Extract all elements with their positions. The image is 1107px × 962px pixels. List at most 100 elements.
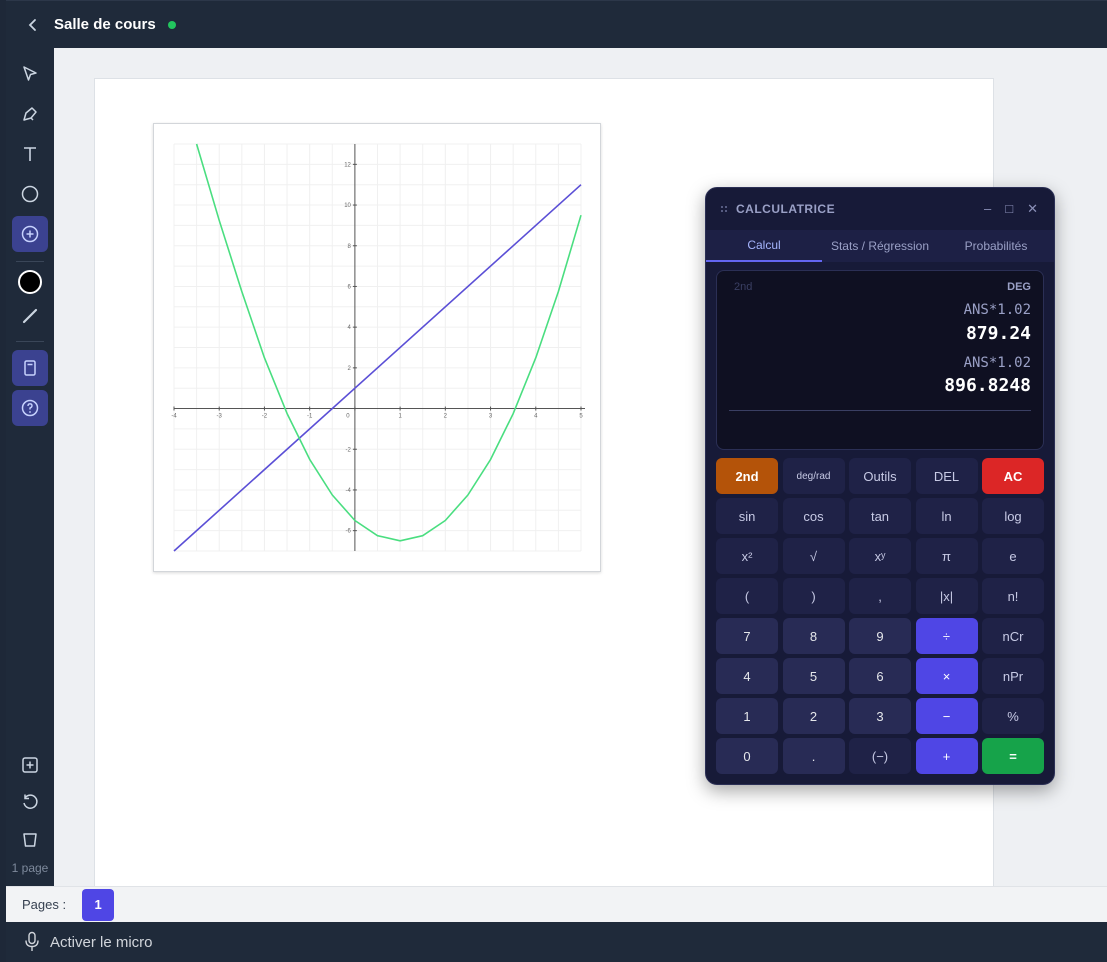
key-ln[interactable]: ln [915,498,978,534]
top-bar: Salle de cours [6,0,1107,48]
pages-bar: Pages : 1 [6,886,1107,922]
mic-toggle-label[interactable]: Activer le micro [50,934,153,951]
graph-plot: -4 -3 -2 -1 0 1 2 3 4 512108642-2-4-6 [171,143,585,552]
key-del[interactable]: DEL [915,458,978,494]
key-minus[interactable]: − [915,698,978,734]
key-6[interactable]: 6 [849,658,911,694]
x-tick-label: 0 [346,414,350,420]
key-sin[interactable]: sin [716,498,778,534]
back-icon[interactable] [24,16,42,34]
key-open-paren[interactable]: ( [716,578,778,614]
calculator-tabs: Calcul Stats / Régression Probabilités [706,230,1054,262]
key-close-paren[interactable]: ) [782,578,845,614]
key-multiply[interactable]: × [915,658,978,694]
key-sqrt[interactable]: √ [782,538,845,574]
key-plus[interactable]: + [915,738,978,774]
x-tick-label: -2 [262,414,268,420]
key-9[interactable]: 9 [849,618,911,654]
page-button-1[interactable]: 1 [82,888,115,921]
key-abs[interactable]: |x| [915,578,978,614]
drag-handle-icon[interactable] [720,205,728,213]
key-npr[interactable]: nPr [982,658,1044,694]
key-2[interactable]: 2 [782,698,845,734]
trash-icon[interactable] [12,821,48,857]
undo-icon[interactable] [12,784,48,820]
second-indicator: 2nd [734,281,753,293]
y-tick-label: -6 [346,529,352,535]
key-equals[interactable]: = [982,738,1044,774]
history-result: 896.8248 [944,375,1031,396]
key-8[interactable]: 8 [782,618,845,654]
help-icon[interactable] [12,390,48,426]
key-deg-rad[interactable]: deg/rad [782,458,845,494]
x-tick-label: 3 [489,414,493,420]
stroke-width-icon[interactable] [12,298,48,334]
x-tick-label: 5 [579,414,583,420]
y-tick-label: 4 [348,325,352,331]
y-tick-label: -4 [346,488,352,494]
tab-probabilites[interactable]: Probabilités [938,230,1054,262]
function-graph[interactable]: -4 -3 -2 -1 0 1 2 3 4 5 12 10 8 6 4 2 -2 -4 -6 [153,123,601,572]
key-log[interactable]: log [982,498,1044,534]
x-tick-label: -4 [171,414,177,420]
key-outils[interactable]: Outils [849,458,911,494]
key-square[interactable]: x² [716,538,778,574]
insert-tool-icon[interactable] [12,216,48,252]
minimize-icon[interactable]: – [984,201,991,217]
pen-tool-icon[interactable] [12,96,48,132]
key-factorial[interactable]: n! [982,578,1044,614]
calculator-header[interactable]: CALCULATRICE – □ ✕ [706,188,1054,230]
select-tool-icon[interactable] [12,56,48,92]
key-ncr[interactable]: nCr [982,618,1044,654]
room-title: Salle de cours [54,16,156,33]
key-ac[interactable]: AC [982,458,1044,494]
y-tick-label: -2 [346,447,352,453]
x-tick-label: -3 [217,414,223,420]
tool-sidebar: 1 page [6,48,54,886]
maximize-icon[interactable]: □ [1005,201,1013,217]
shape-tool-icon[interactable] [12,176,48,212]
x-tick-label: 4 [534,414,538,420]
key-pi[interactable]: π [915,538,978,574]
key-power[interactable]: xʸ [849,538,911,574]
mic-bar: Activer le micro [6,922,1107,962]
key-1[interactable]: 1 [716,698,778,734]
color-picker-icon[interactable] [12,264,48,300]
history-expression: ANS*1.02 [963,302,1031,318]
key-second[interactable]: 2nd [716,458,778,494]
key-4[interactable]: 4 [716,658,778,694]
angle-mode-indicator: DEG [1007,281,1031,293]
key-e[interactable]: e [982,538,1044,574]
y-tick-label: 12 [344,162,351,168]
key-comma[interactable]: , [849,578,911,614]
key-cos[interactable]: cos [782,498,845,534]
x-tick-label: -1 [307,414,313,420]
key-percent[interactable]: % [982,698,1044,734]
y-tick-label: 6 [348,284,352,290]
close-icon[interactable]: ✕ [1027,201,1038,217]
tab-calcul[interactable]: Calcul [706,230,822,262]
tab-stats-regression[interactable]: Stats / Régression [822,230,938,262]
quadratic-function-curve [195,143,582,542]
calculator-display: 2nd DEG ANS*1.02 879.24 ANS*1.02 896.824… [716,270,1044,450]
key-0[interactable]: 0 [716,738,778,774]
input-line[interactable] [729,410,1031,411]
key-divide[interactable]: ÷ [915,618,978,654]
key-3[interactable]: 3 [849,698,911,734]
key-7[interactable]: 7 [716,618,778,654]
key-decimal[interactable]: . [782,738,845,774]
text-tool-icon[interactable] [12,136,48,172]
calculator-keypad: 2nd deg/rad Outils DEL AC sin cos tan ln log x² √ xʸ… [716,458,1044,774]
x-tick-label: 1 [398,414,402,420]
calculator-tool-icon[interactable] [12,350,48,386]
key-5[interactable]: 5 [782,658,845,694]
add-page-icon[interactable] [12,747,48,783]
microphone-icon[interactable] [24,931,40,953]
key-tan[interactable]: tan [849,498,911,534]
page-count-label: 1 page [11,861,49,875]
history-expression: ANS*1.02 [963,355,1031,371]
y-tick-label: 2 [348,366,352,372]
key-negate[interactable]: (−) [849,738,911,774]
calculator-window: CALCULATRICE – □ ✕ Calcul Stats / Régres… [705,187,1055,785]
history-result: 879.24 [965,323,1031,344]
